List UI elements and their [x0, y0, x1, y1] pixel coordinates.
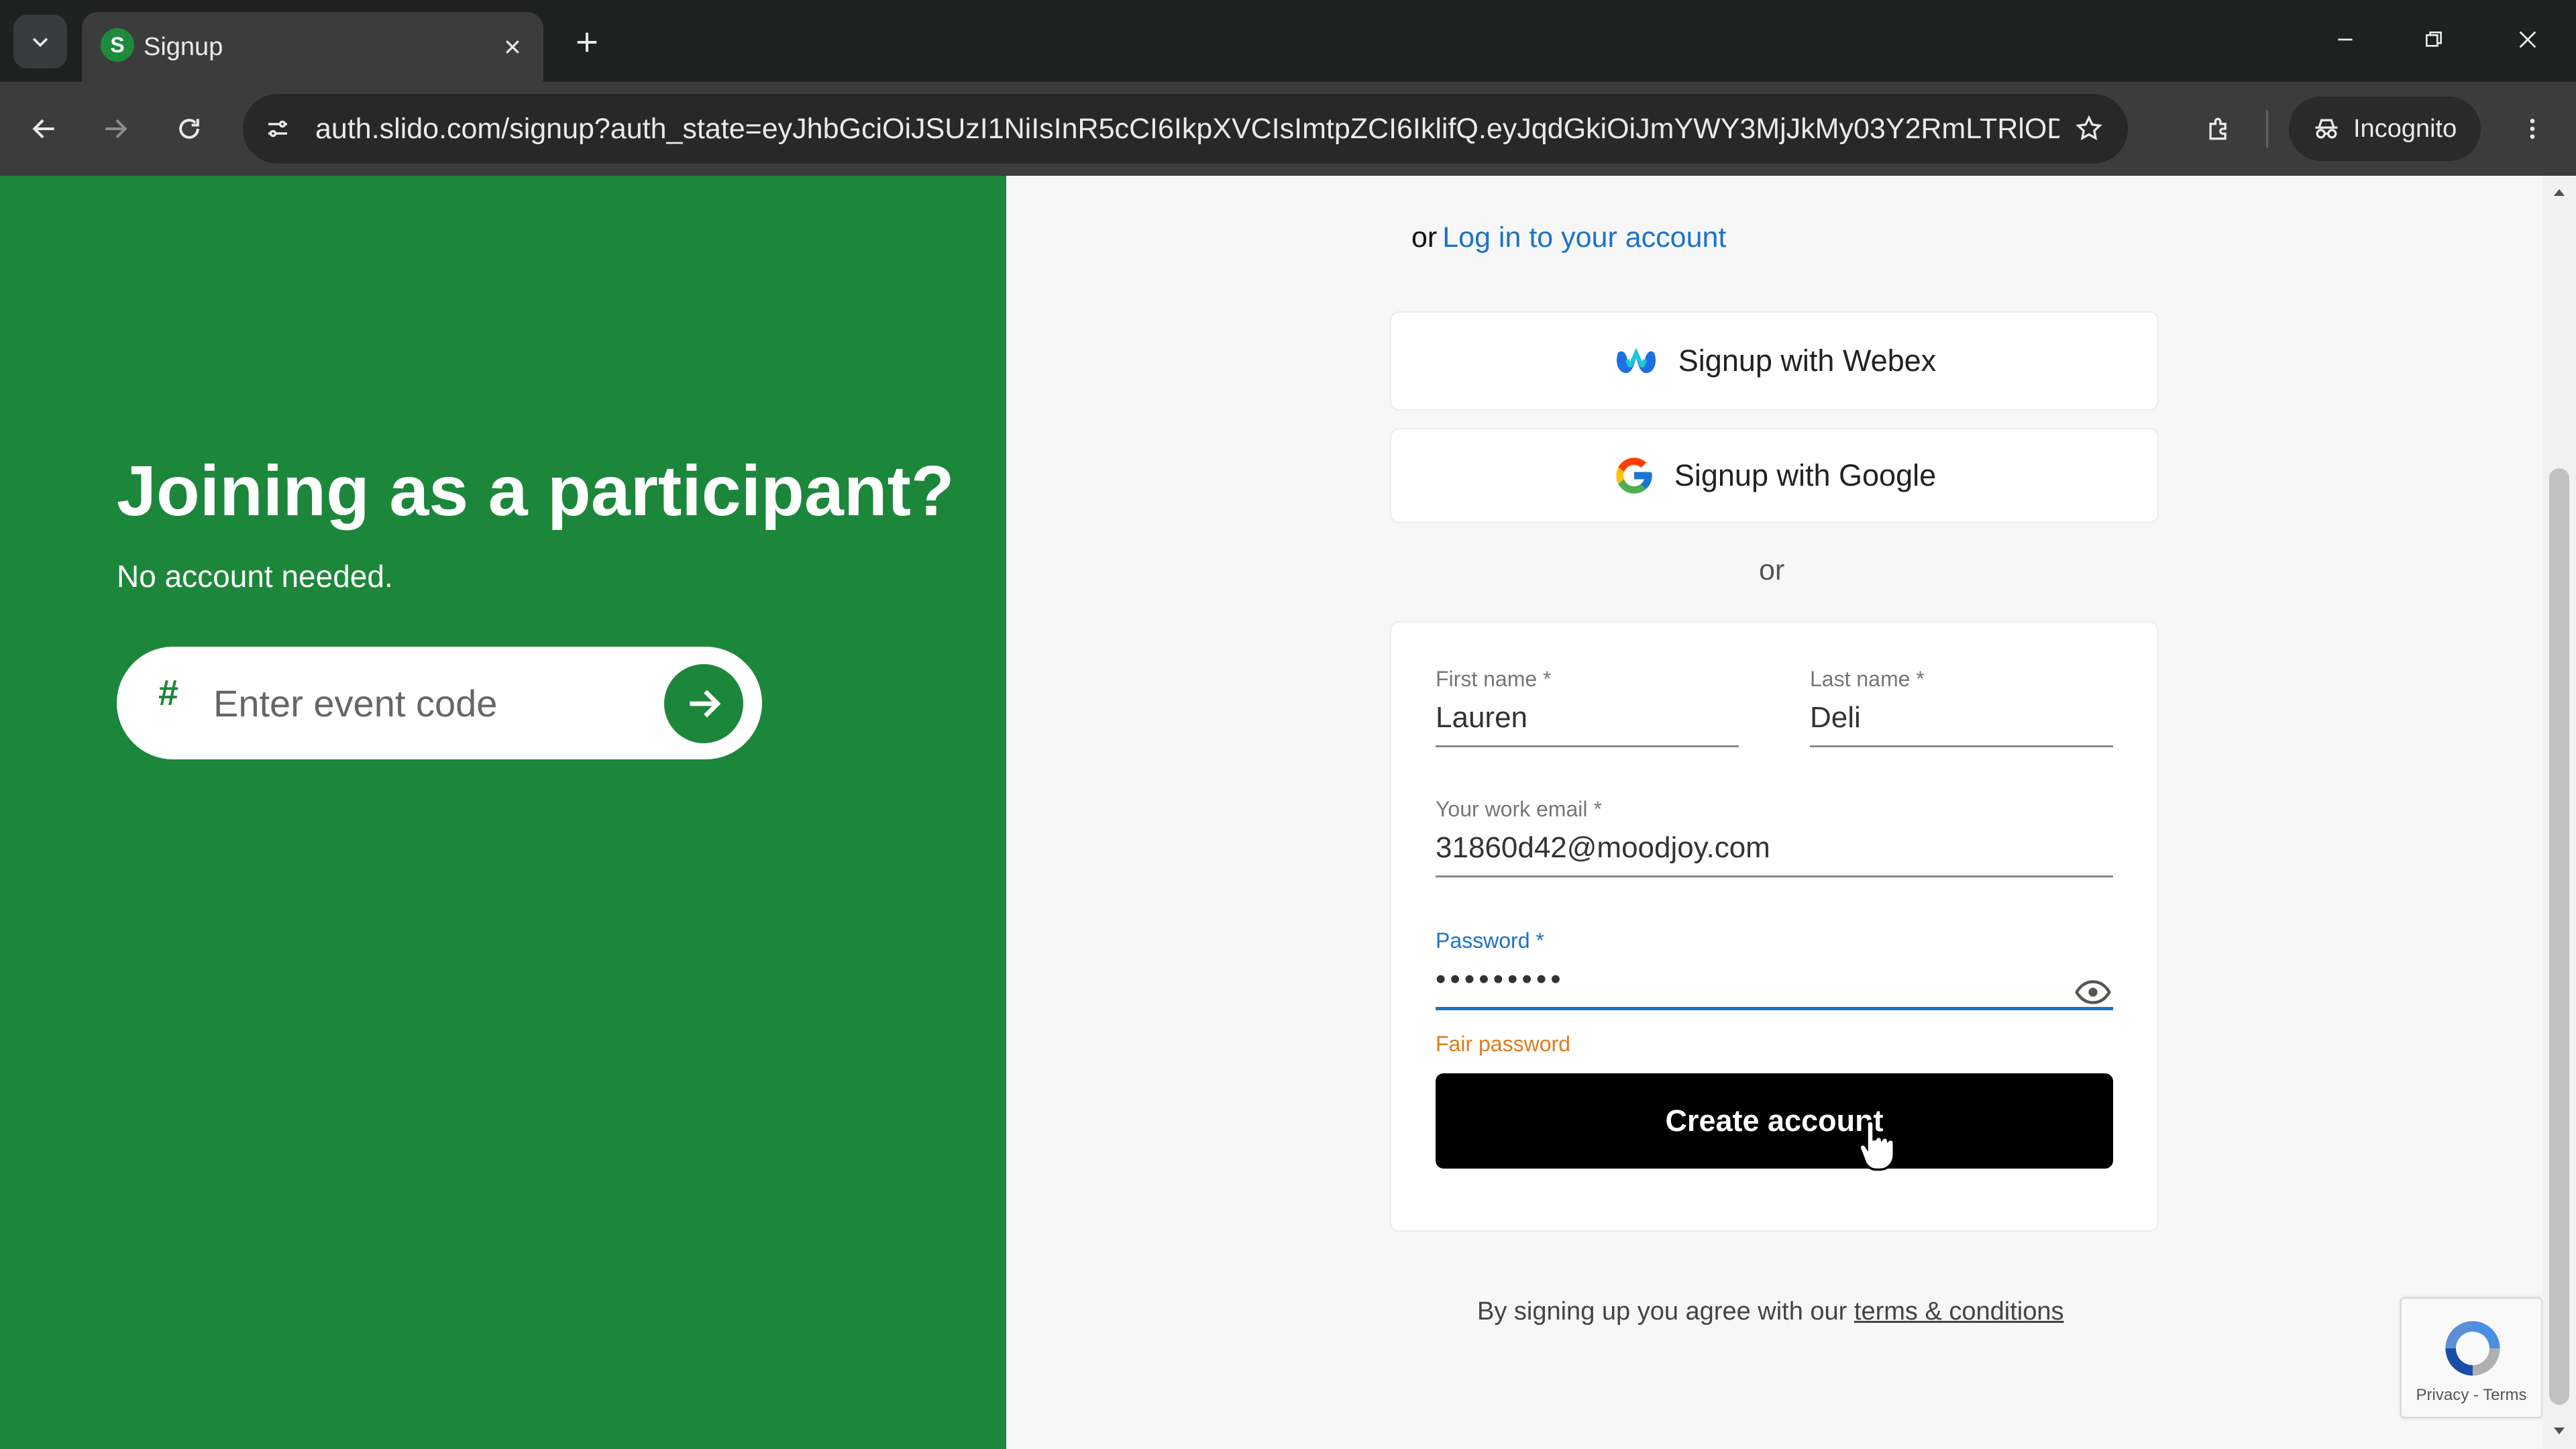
- browser-tab-bar: S Signup: [0, 0, 2576, 82]
- webex-label: Signup with Webex: [1678, 343, 1937, 378]
- participant-heading: Joining as a participant?: [117, 451, 955, 531]
- browser-menu-button[interactable]: [2506, 102, 2559, 156]
- recaptcha-icon: [2445, 1321, 2500, 1376]
- incognito-indicator[interactable]: Incognito: [2289, 97, 2481, 161]
- tab-title: Signup: [144, 33, 223, 61]
- recaptcha-badge[interactable]: Privacy - Terms: [2400, 1297, 2542, 1418]
- triangle-up-icon: [2554, 189, 2565, 196]
- toolbar-divider: [2266, 110, 2268, 148]
- password-input[interactable]: [1436, 953, 2113, 1010]
- login-prompt: or Log in to your account: [1411, 221, 1726, 254]
- incognito-icon: [2315, 119, 2338, 139]
- join-event-button[interactable]: [664, 664, 743, 743]
- back-button[interactable]: [17, 102, 71, 156]
- webex-icon: [1613, 343, 1660, 378]
- show-password-button[interactable]: [2073, 975, 2113, 1009]
- signup-google-button[interactable]: Signup with Google: [1390, 428, 2159, 523]
- hash-icon: #: [158, 673, 179, 713]
- more-vert-icon: [2530, 119, 2535, 139]
- forward-button[interactable]: [89, 102, 142, 156]
- restore-icon: [2426, 32, 2442, 47]
- extensions-button[interactable]: [2192, 102, 2246, 156]
- chevron-down-icon: [32, 38, 48, 48]
- browser-toolbar: auth.slido.com/signup?auth_state=eyJhbGc…: [0, 82, 2576, 176]
- reload-button[interactable]: [162, 102, 216, 156]
- event-code-input[interactable]: [213, 669, 643, 737]
- url-text[interactable]: auth.slido.com/signup?auth_state=eyJhbGc…: [315, 94, 2059, 164]
- close-icon: [2519, 31, 2536, 48]
- minimize-button[interactable]: [2318, 16, 2372, 63]
- arrow-right-icon: [105, 119, 127, 139]
- scrollbar-thumb[interactable]: [2549, 468, 2569, 1405]
- bookmark-button[interactable]: [2069, 109, 2109, 149]
- hand-cursor-icon: [1858, 1120, 1895, 1171]
- site-info-button[interactable]: [258, 109, 298, 149]
- tab-signup[interactable]: S Signup: [82, 12, 543, 82]
- restore-button[interactable]: [2407, 16, 2461, 63]
- page-scrollbar[interactable]: [2542, 176, 2576, 1449]
- last-name-input[interactable]: [1810, 692, 2113, 747]
- eye-icon: [2075, 980, 2111, 1004]
- tune-icon: [268, 120, 287, 138]
- first-name-field: First name *: [1436, 667, 1739, 747]
- terms-notice: By signing up you agree with our terms &…: [1477, 1297, 2063, 1326]
- triangle-down-icon: [2554, 1428, 2565, 1434]
- signup-webex-button[interactable]: Signup with Webex: [1390, 311, 2159, 411]
- participant-panel: [0, 176, 1006, 1449]
- create-account-button[interactable]: Create account: [1436, 1073, 2113, 1169]
- first-name-label: First name *: [1436, 667, 1552, 691]
- password-label: Password *: [1436, 928, 1544, 953]
- scroll-up-button[interactable]: [2551, 184, 2568, 201]
- participant-subtitle: No account needed.: [117, 559, 393, 594]
- tab-close-button[interactable]: [494, 28, 531, 66]
- terms-prefix: By signing up you agree with our: [1477, 1297, 1847, 1326]
- window-close-button[interactable]: [2501, 16, 2555, 63]
- arrow-left-icon: [32, 119, 54, 139]
- plus-icon: [577, 32, 597, 52]
- scroll-down-button[interactable]: [2551, 1422, 2568, 1440]
- or-divider: or: [1759, 554, 1785, 586]
- minimize-icon: [2338, 38, 2353, 41]
- google-icon: [1613, 454, 1656, 497]
- puzzle-icon: [2209, 117, 2226, 140]
- password-field: Password *: [1436, 928, 2113, 1010]
- event-code-box: #: [117, 647, 762, 759]
- email-input[interactable]: [1436, 822, 2113, 877]
- last-name-label: Last name *: [1810, 667, 1925, 691]
- new-tab-button[interactable]: [564, 19, 610, 66]
- arrow-right-icon: [690, 690, 721, 718]
- slido-favicon-icon: S: [101, 28, 134, 62]
- address-bar[interactable]: auth.slido.com/signup?auth_state=eyJhbGc…: [243, 94, 2128, 164]
- first-name-input[interactable]: [1436, 692, 1739, 747]
- recaptcha-links[interactable]: Privacy - Terms: [2402, 1386, 2541, 1405]
- last-name-field: Last name *: [1810, 667, 2113, 747]
- login-link[interactable]: Log in to your account: [1442, 221, 1726, 254]
- terms-link[interactable]: terms & conditions: [1854, 1297, 2064, 1326]
- star-icon: [2076, 115, 2102, 141]
- email-label: Your work email *: [1436, 797, 1602, 821]
- email-field: Your work email *: [1436, 797, 2113, 877]
- close-icon: [506, 40, 519, 54]
- tab-search-button[interactable]: [13, 15, 67, 68]
- reload-icon: [179, 119, 199, 139]
- signup-form: First name * Last name * Your work email…: [1390, 621, 2159, 1232]
- incognito-label: Incognito: [2353, 114, 2457, 143]
- or-prefix: or: [1411, 221, 1438, 254]
- password-strength: Fair password: [1436, 1032, 1570, 1056]
- google-label: Signup with Google: [1674, 458, 1937, 492]
